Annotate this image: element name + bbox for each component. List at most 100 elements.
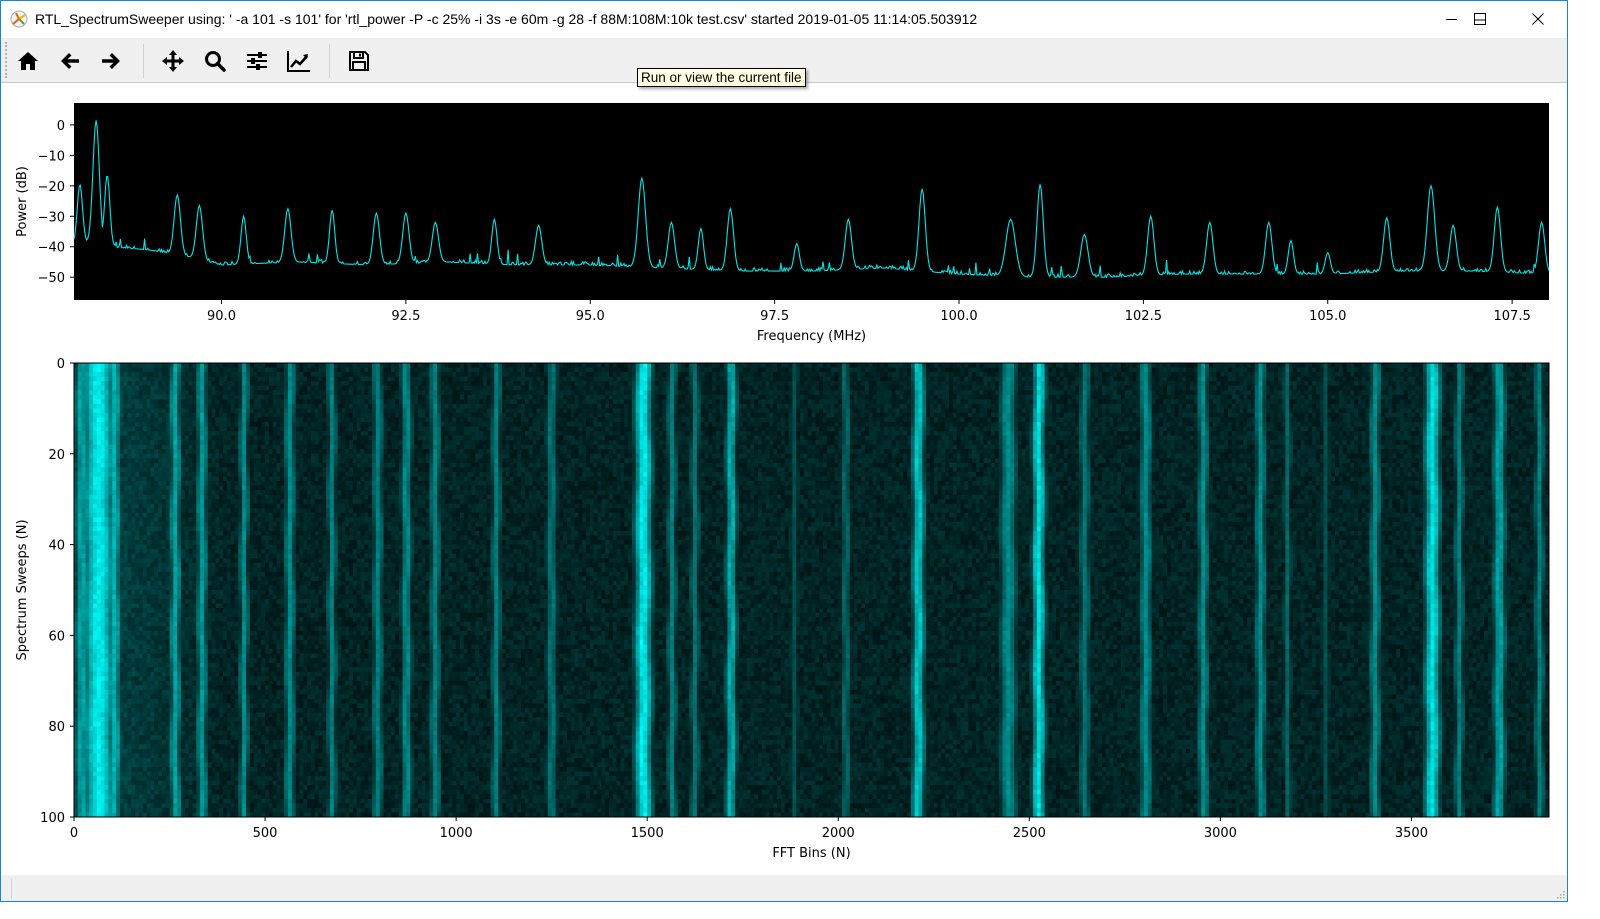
waterfall-cell bbox=[987, 363, 991, 368]
waterfall-cell bbox=[697, 368, 701, 373]
waterfall-cell bbox=[391, 368, 395, 373]
waterfall-cell bbox=[1507, 368, 1511, 373]
waterfall-cell bbox=[131, 372, 135, 377]
waterfall-cell bbox=[1480, 372, 1484, 377]
maximize-button[interactable] bbox=[1451, 0, 1509, 38]
waterfall-cell bbox=[705, 363, 709, 368]
waterfall-cell bbox=[1220, 368, 1224, 373]
waterfall-cell bbox=[422, 368, 426, 373]
waterfall-cell bbox=[613, 368, 617, 373]
waterfall-cell bbox=[563, 363, 567, 368]
waterfall-cell bbox=[1381, 372, 1385, 377]
waterfall-cell bbox=[1446, 363, 1450, 368]
waterfall-cell bbox=[926, 372, 930, 377]
waterfall-cell bbox=[766, 368, 770, 373]
waterfall-cell bbox=[483, 377, 487, 382]
waterfall-cell bbox=[598, 377, 602, 382]
waterfall-cell bbox=[666, 363, 670, 368]
waterfall-cell bbox=[170, 363, 174, 368]
waterfall-cell bbox=[555, 377, 559, 382]
waterfall-cell bbox=[1010, 363, 1014, 368]
waterfall-cell bbox=[685, 377, 689, 382]
waterfall-cell bbox=[1262, 372, 1266, 377]
waterfall-cell bbox=[1503, 363, 1507, 368]
waterfall-cell bbox=[212, 368, 216, 373]
waterfall-cell bbox=[181, 377, 185, 382]
waterfall-cell bbox=[135, 377, 139, 382]
waterfall-cell bbox=[918, 368, 922, 373]
waterfall-cell bbox=[693, 368, 697, 373]
waterfall-cell bbox=[1243, 368, 1247, 373]
toolbar-grip[interactable] bbox=[5, 42, 7, 78]
waterfall-cell bbox=[1339, 368, 1343, 373]
waterfall-cell bbox=[888, 372, 892, 377]
waterfall-cell bbox=[941, 368, 945, 373]
waterfall-cell bbox=[682, 377, 686, 382]
waterfall-cell bbox=[1285, 363, 1289, 368]
waterfall-cell bbox=[601, 368, 605, 373]
waterfall-cell bbox=[1113, 368, 1117, 373]
waterfall-cell bbox=[322, 363, 326, 368]
waterfall-cell bbox=[1102, 368, 1106, 373]
waterfall-cell bbox=[292, 372, 296, 377]
waterfall-cell bbox=[166, 368, 170, 373]
waterfall-cell bbox=[1022, 372, 1026, 377]
pan-button[interactable] bbox=[158, 46, 188, 76]
waterfall-cell bbox=[89, 377, 93, 382]
waterfall-cell bbox=[643, 372, 647, 377]
waterfall-cell bbox=[792, 368, 796, 373]
arrow-right-icon bbox=[101, 52, 121, 70]
waterfall-cell bbox=[571, 363, 575, 368]
waterfall-cell bbox=[143, 368, 147, 373]
waterfall-cell bbox=[773, 363, 777, 368]
waterfall-cell bbox=[907, 363, 911, 368]
waterfall-cell bbox=[632, 377, 636, 382]
zoom-button[interactable] bbox=[200, 46, 230, 76]
waterfall-cell bbox=[842, 368, 846, 373]
configure-subplots-button[interactable] bbox=[242, 46, 272, 76]
waterfall-cell bbox=[1396, 368, 1400, 373]
back-button[interactable] bbox=[55, 46, 85, 76]
waterfall-cell bbox=[1068, 372, 1072, 377]
waterfall-cell bbox=[1125, 368, 1129, 373]
waterfall-cell bbox=[208, 363, 212, 368]
waterfall-cell bbox=[1515, 372, 1519, 377]
waterfall-cell bbox=[1186, 368, 1190, 373]
home-button[interactable] bbox=[13, 46, 43, 76]
waterfall-cell bbox=[1087, 363, 1091, 368]
waterfall-cell bbox=[78, 368, 82, 373]
waterfall-cell bbox=[357, 368, 361, 373]
waterfall-cell bbox=[1266, 368, 1270, 373]
close-button[interactable] bbox=[1509, 0, 1567, 38]
waterfall-cell bbox=[319, 363, 323, 368]
forward-button[interactable] bbox=[96, 46, 126, 76]
waterfall-cell bbox=[838, 372, 842, 377]
waterfall-cell bbox=[105, 368, 109, 373]
waterfall-cell bbox=[544, 363, 548, 368]
waterfall-cell bbox=[399, 368, 403, 373]
waterfall-cell bbox=[1125, 372, 1129, 377]
waterfall-cell bbox=[456, 372, 460, 377]
waterfall-cell bbox=[384, 372, 388, 377]
waterfall-cell bbox=[319, 368, 323, 373]
waterfall-cell bbox=[1297, 372, 1301, 377]
waterfall-cell bbox=[124, 363, 128, 368]
waterfall-cell bbox=[823, 363, 827, 368]
waterfall-cell bbox=[483, 372, 487, 377]
edit-axis-button[interactable] bbox=[284, 46, 314, 76]
waterfall-cell bbox=[796, 372, 800, 377]
spectrum-y-tick-label: 0 bbox=[57, 119, 65, 134]
waterfall-cell bbox=[353, 377, 357, 382]
save-button[interactable] bbox=[344, 46, 374, 76]
waterfall-cell bbox=[1541, 372, 1545, 377]
waterfall-cell bbox=[1144, 368, 1148, 373]
waterfall-cell bbox=[812, 372, 816, 377]
waterfall-cell bbox=[1083, 363, 1087, 368]
figure-canvas[interactable]: 90.092.595.097.5100.0102.5105.0107.5 0−1… bbox=[1, 84, 1567, 875]
waterfall-cell bbox=[617, 372, 621, 377]
waterfall-cell bbox=[957, 372, 961, 377]
waterfall-cell bbox=[265, 377, 269, 382]
spectrum-x-ticks: 90.092.595.097.5100.0102.5105.0107.5 bbox=[207, 300, 1531, 324]
waterfall-cell bbox=[433, 368, 437, 373]
waterfall-cell bbox=[747, 372, 751, 377]
